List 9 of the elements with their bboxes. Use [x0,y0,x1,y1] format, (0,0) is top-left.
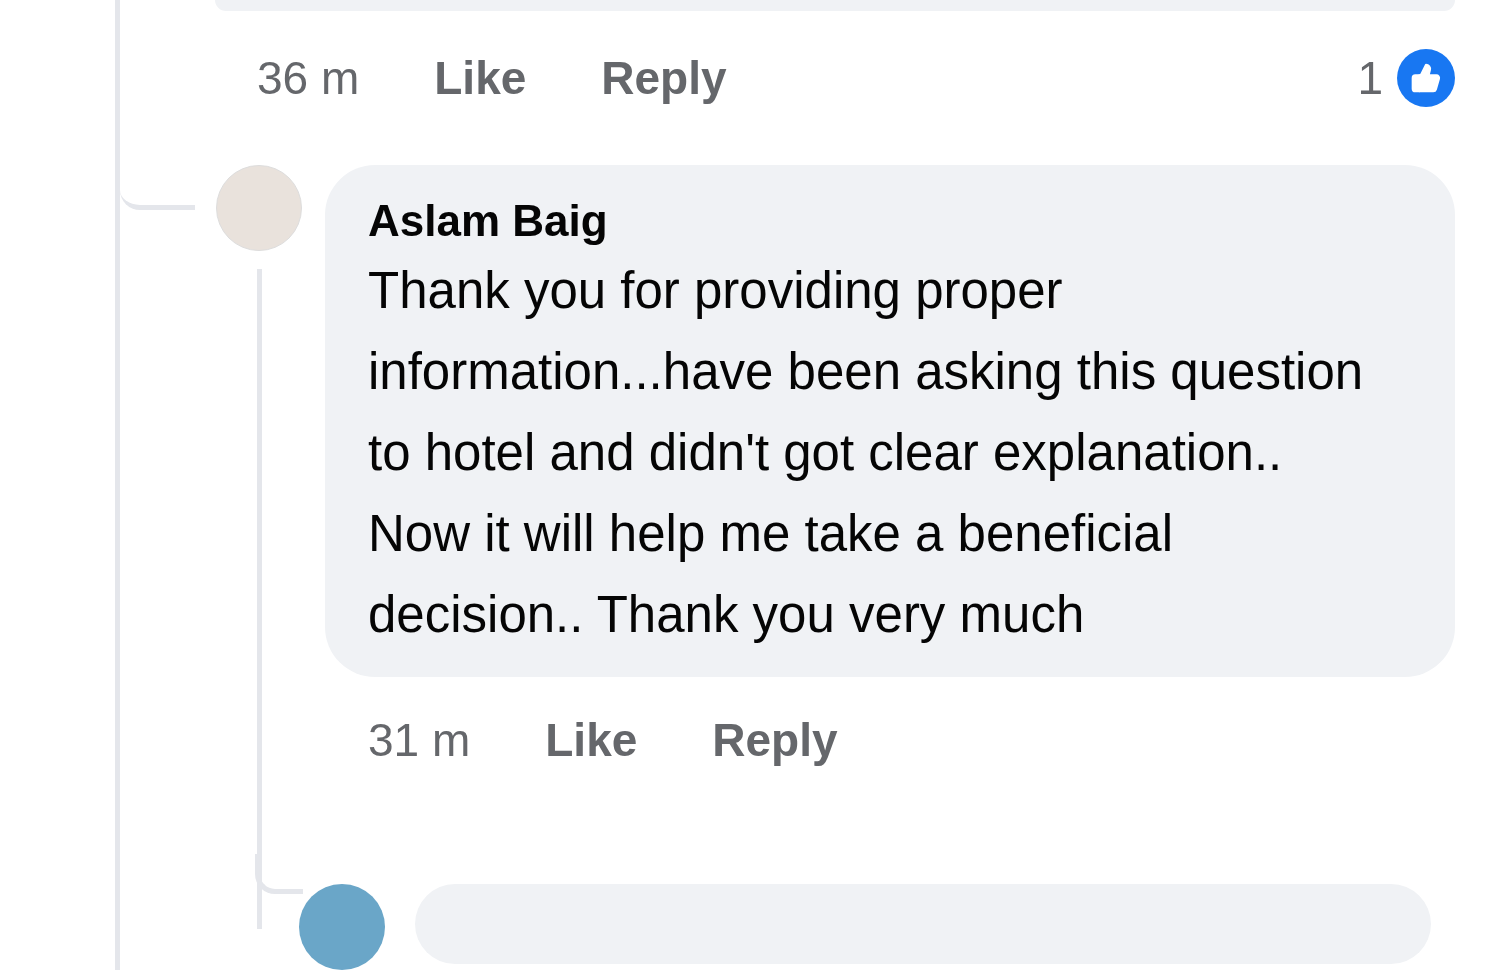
author-name[interactable]: Aslam Baig [368,193,1412,248]
comment-text: Thank you for providing proper information...have been asking this question to hotel and didn't got clear explanation.. Now it will help me take a beneficial decision.. Thank you very much [368,261,1365,645]
reaction-count: 1 [1357,55,1383,101]
comment-time: 31 m [368,717,471,763]
thread-connector [255,854,303,894]
comment-time: 36 m [257,55,360,101]
comment-action-link[interactable]: Like [434,55,527,101]
like-reaction-icon [1397,49,1455,107]
comment-action-link[interactable]: Like [545,717,638,763]
